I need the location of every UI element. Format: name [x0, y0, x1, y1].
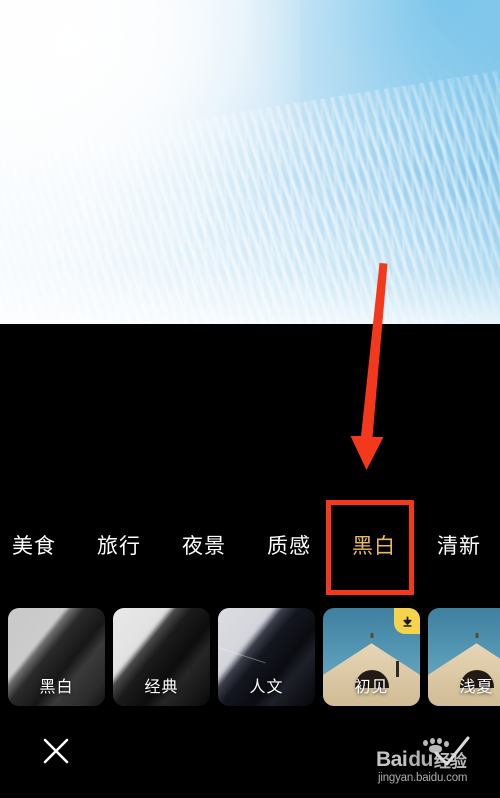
tab-lvxing[interactable]: 旅行 [96, 524, 142, 570]
roof-peak-detail [475, 633, 478, 639]
editor-action-bar: Bai du 经验 jingyan.baidu.com [0, 724, 500, 798]
filter-thumb-qianxia[interactable]: 浅夏 [428, 608, 500, 706]
filter-thumb-renwen[interactable]: 人文 [218, 608, 315, 706]
photo-preview[interactable] [0, 0, 500, 324]
filter-editor-panel: 美食 旅行 夜景 质感 黑白 清新 黑白 经典 人文 初见 浅夏 Bai du … [0, 324, 500, 798]
tab-heibai[interactable]: 黑白 [351, 524, 397, 570]
watermark-url-text: jingyan.baidu.com [378, 772, 468, 784]
photo-filter-editor-screen: 美食 旅行 夜景 质感 黑白 清新 黑白 经典 人文 初见 浅夏 Bai du … [0, 0, 500, 798]
filter-thumb-label: 浅夏 [459, 679, 494, 696]
filter-thumb-label: 黑白 [39, 679, 74, 696]
tab-yejing[interactable]: 夜景 [181, 524, 227, 570]
close-button[interactable] [35, 730, 77, 772]
filter-thumb-label: 人文 [249, 679, 284, 696]
roof-peak-detail [370, 633, 373, 639]
filter-category-tabs: 美食 旅行 夜景 质感 黑白 清新 [0, 524, 500, 570]
tab-zhigan[interactable]: 质感 [266, 524, 312, 570]
tab-qingxin[interactable]: 清新 [436, 524, 482, 570]
baidu-paw-icon [421, 738, 451, 753]
filter-thumb-chujian[interactable]: 初见 [323, 608, 420, 706]
filter-thumbnail-strip[interactable]: 黑白 经典 人文 初见 浅夏 [0, 608, 500, 712]
baidu-jingyan-watermark: Bai du 经验 jingyan.baidu.com [376, 736, 492, 788]
tab-meishi[interactable]: 美食 [11, 524, 57, 570]
watermark-brand-row: Bai du 经验 [376, 742, 492, 770]
filter-thumb-label: 初见 [354, 679, 389, 696]
close-x-icon [43, 738, 69, 764]
filter-thumb-label: 经典 [144, 679, 179, 696]
download-arrow-icon [402, 616, 412, 627]
filter-thumb-jingdian[interactable]: 经典 [113, 608, 210, 706]
watermark-bai-text: Bai [376, 748, 408, 771]
watermark-jingyan-text: 经验 [433, 752, 467, 771]
download-badge[interactable] [394, 608, 420, 634]
checkmark-icon [434, 736, 470, 766]
filter-thumb-heibai[interactable]: 黑白 [8, 608, 105, 706]
watermark-du-text: du [408, 748, 433, 771]
cloud-haze-bottom [0, 174, 500, 324]
